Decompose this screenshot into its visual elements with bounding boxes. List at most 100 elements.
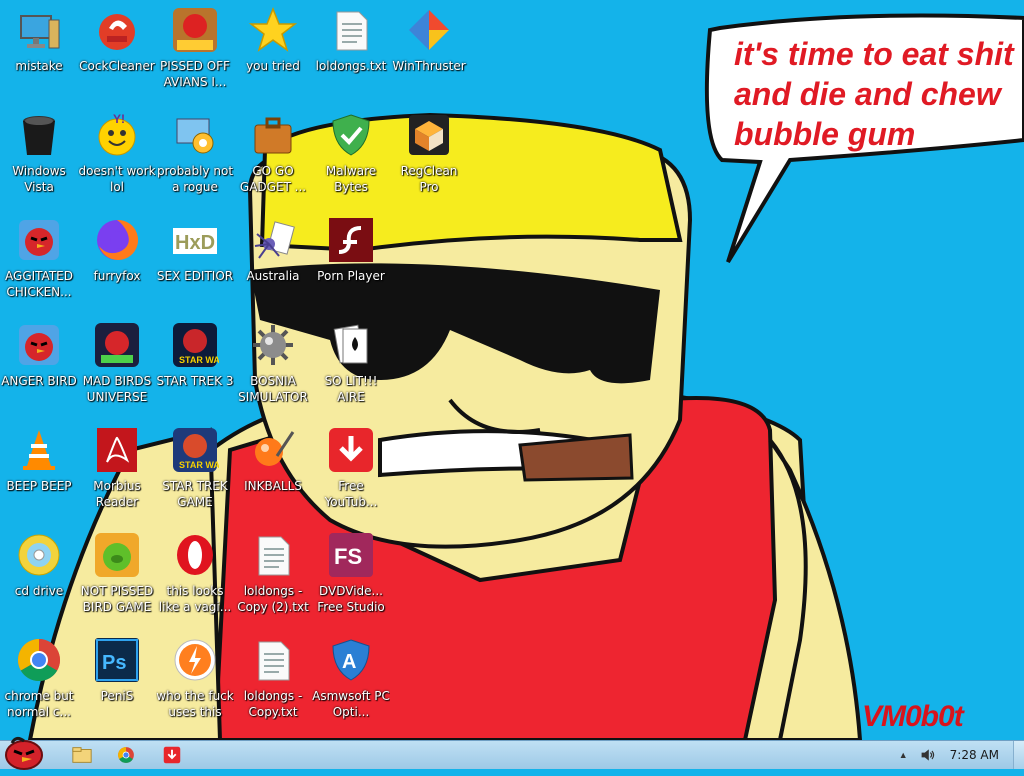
desktop-icon-sex-editior[interactable]: HxD SEX EDITIOR (156, 216, 234, 316)
angry-bird-red-icon (15, 216, 63, 264)
speech-line-3: bubble gum (734, 116, 916, 152)
trash-bin-icon (15, 111, 63, 159)
desktop-icon-this-looks-like[interactable]: this looks like a vagi... (156, 531, 234, 631)
taskbar-file-explorer-button[interactable] (62, 743, 102, 767)
show-hidden-icons-button[interactable]: ▲ (899, 750, 908, 760)
icon-label: Free YouTub... (324, 479, 378, 509)
desktop-icon-anger-bird[interactable]: ANGER BIRD (0, 321, 78, 421)
start-orb-angry-bird-icon (5, 736, 43, 770)
icon-label: GO GO GADGET ... (239, 164, 307, 194)
icon-label: loldongs - Copy (2).txt (237, 584, 309, 614)
svg-text:HxD: HxD (175, 232, 215, 254)
cd-drive-icon (15, 531, 63, 579)
flash-player-icon (327, 216, 375, 264)
desktop-icon-loldongs-copy[interactable]: loldongs - Copy.txt (234, 636, 312, 736)
start-button[interactable] (2, 733, 48, 771)
desktop-icon-pissed-off-avians[interactable]: PISSED OFF AVIANS I... (156, 6, 234, 106)
desktop-icon-star-trek-3[interactable]: STAR WARS STAR TREK 3 (156, 321, 234, 421)
speech-bubble-text: it's time to eat shit and die and chew b… (734, 34, 1024, 154)
icon-label: you tried (246, 59, 300, 73)
taskbar-free-youtube-button[interactable] (152, 743, 192, 767)
show-desktop-button[interactable] (1013, 741, 1024, 769)
desktop-icon-bosnia-simulator[interactable]: BOSNIA SIMULATOR (234, 321, 312, 421)
desktop-icon-inkballs[interactable]: INKBALLS (234, 426, 312, 526)
icon-label: cd drive (14, 584, 64, 598)
icon-label: chrome but normal c... (4, 689, 74, 719)
inkball-icon (249, 426, 297, 474)
angry-birds-space-icon (93, 321, 141, 369)
desktop-icon-loldongs-copy-2[interactable]: loldongs - Copy (2).txt (234, 531, 312, 631)
speech-line-2: and die and chew (734, 76, 1001, 112)
icon-label: RegClean Pro (400, 164, 458, 194)
desktop-icon-probably-not-a-rogue[interactable]: probably not a rogue (156, 111, 234, 211)
desktop-icon-mad-birds-universe[interactable]: MAD BIRDS UNIVERSE (78, 321, 156, 421)
desktop-icon-penis[interactable]: Ps PeniS (78, 636, 156, 736)
desktop-icon-windows-vista[interactable]: Windows Vista (0, 111, 78, 211)
desktop-icon-porn-player[interactable]: Porn Player (312, 216, 390, 316)
desktop-icon-go-go-gadget[interactable]: GO GO GADGET ... (234, 111, 312, 211)
briefcase-icon (249, 111, 297, 159)
chrome-icon (15, 636, 63, 684)
taskbar-chrome-button[interactable] (106, 743, 146, 767)
yahoo-messenger-icon: Y! (93, 111, 141, 159)
desktop-icon-cd-drive[interactable]: cd drive (0, 531, 78, 631)
photoshop-icon: Ps (93, 636, 141, 684)
icon-label: who the fuck uses this (156, 689, 234, 719)
desktop-icon-furryfox[interactable]: furryfox (78, 216, 156, 316)
system-tray: ▲ 7:28 AM (899, 741, 1024, 769)
icon-label: BEEP BEEP (6, 479, 72, 493)
system-settings-icon (171, 111, 219, 159)
freestudio-icon: FS (327, 531, 375, 579)
desktop-icon-beep-beep[interactable]: BEEP BEEP (0, 426, 78, 526)
desktop-icon-loldongs-txt[interactable]: loldongs.txt (312, 6, 390, 106)
svg-text:A: A (342, 651, 356, 673)
desktop-icon-not-pissed-bird-game[interactable]: NOT PISSED BIRD GAME (78, 531, 156, 631)
desktop-icon-asmwsoft-pc-optimizer[interactable]: A Asmwsoft PC Opti... (312, 636, 390, 736)
icon-label: loldongs.txt (315, 59, 387, 73)
download-arrow-icon (327, 426, 375, 474)
taskbar-clock[interactable]: 7:28 AM (950, 748, 999, 762)
desktop-icon-australia[interactable]: Australia (234, 216, 312, 316)
icon-label: SEX EDITIOR (156, 269, 234, 283)
download-arrow-icon (163, 746, 181, 764)
speaker-icon[interactable] (920, 747, 936, 763)
artist-signature: VM0b0t (862, 700, 964, 733)
icon-label: Porn Player (317, 269, 385, 283)
desktop-icon-you-tried[interactable]: you tried (234, 6, 312, 106)
icon-label: Australia (246, 269, 300, 283)
svg-text:STAR WARS: STAR WARS (179, 355, 219, 365)
angry-birds-star-wars-2-icon: STAR WARS (171, 426, 219, 474)
vlc-cone-icon (15, 426, 63, 474)
desktop-icon-star-trek-game[interactable]: STAR WARS STAR TREK GAME (156, 426, 234, 526)
shield-check-icon (327, 111, 375, 159)
icon-label: mistake (15, 59, 63, 73)
icon-label: SO LIT!!! AIRE (324, 374, 378, 404)
icon-label: Malware Bytes (325, 164, 377, 194)
icon-label: MAD BIRDS UNIVERSE (82, 374, 152, 404)
icon-label: DVDVide... Free Studio (317, 584, 385, 614)
desktop-icon-cockcleaner[interactable]: CockCleaner (78, 6, 156, 106)
minesweeper-mine-icon (249, 321, 297, 369)
desktop-icon-mistake[interactable]: mistake (0, 6, 78, 106)
desktop-icon-who-uses-this[interactable]: who the fuck uses this (156, 636, 234, 736)
spider-solitaire-icon (249, 216, 297, 264)
svg-text:FS: FS (334, 544, 362, 569)
angry-bird-red-icon (15, 321, 63, 369)
taskbar: ▲ 7:28 AM (0, 736, 1024, 770)
icon-label: BOSNIA SIMULATOR (238, 374, 308, 404)
desktop-icon-doesnt-work-lol[interactable]: Y! doesn't work lol (78, 111, 156, 211)
desktop-icon-aggitated-chicken[interactable]: AGGITATED CHICKEN... (0, 216, 78, 316)
icon-label: Windows Vista (12, 164, 66, 194)
icon-label: doesn't work lol (78, 164, 156, 194)
desktop-icon-morbius-reader[interactable]: Morbius Reader (78, 426, 156, 526)
computer-icon (15, 6, 63, 54)
desktop-icon-chrome-but-normal[interactable]: chrome but normal c... (0, 636, 78, 736)
star-icon (249, 6, 297, 54)
desktop-icon-winthruster[interactable]: WinThruster (390, 6, 468, 106)
desktop-icon-regclean-pro[interactable]: RegClean Pro (390, 111, 468, 211)
desktop-icon-dvdvideo-free-studio[interactable]: FS DVDVide... Free Studio (312, 531, 390, 631)
desktop-icon-so-lit-aire[interactable]: SO LIT!!! AIRE (312, 321, 390, 421)
svg-text:STAR WARS: STAR WARS (179, 460, 219, 470)
desktop-icon-free-youtube[interactable]: Free YouTub... (312, 426, 390, 526)
desktop-icon-malware-bytes[interactable]: Malware Bytes (312, 111, 390, 211)
